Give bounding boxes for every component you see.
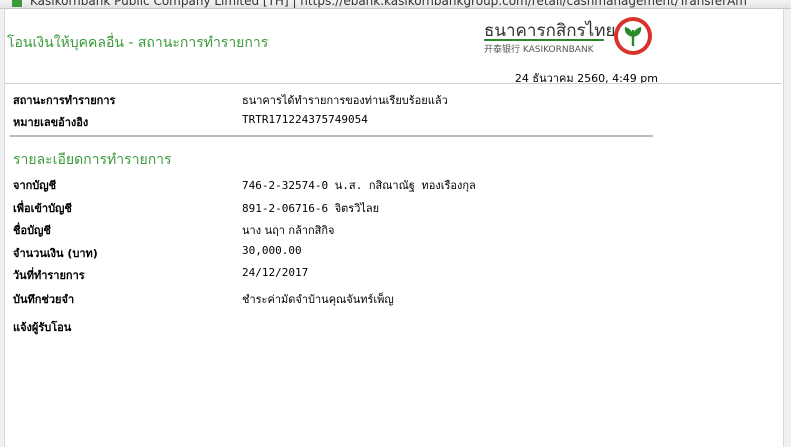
browser-address-bar[interactable]: Kasikornbank Public Company Limited [TH]…	[0, 0, 791, 9]
transaction-date-label: วันที่ทำรายการ	[13, 269, 85, 282]
transaction-datetime: 24 ธันวาคม 2560, 4:49 pm	[514, 72, 658, 85]
section-divider	[10, 135, 653, 137]
status-label: สถานะการทำรายการ	[13, 94, 116, 107]
amount-label: จำนวนเงิน (บาท)	[13, 247, 98, 260]
divider	[5, 83, 782, 84]
secure-lock-icon	[12, 0, 22, 7]
memo-label: บันทึกช่วยจำ	[13, 293, 75, 306]
status-value: ธนาคารได้ทำรายการของท่านเรียบร้อยแล้ว	[242, 94, 448, 107]
from-account-value: 746-2-32574-0 น.ส. กสิณาณัฐ ทองเรืองกุล	[242, 179, 476, 192]
window-left-border	[0, 9, 5, 447]
page-title: โอนเงินให้บุคคลอื่น - สถานะการทำรายการ	[7, 35, 269, 51]
from-account-label: จากบัญชี	[13, 179, 57, 192]
reference-label: หมายเลขอ้างอิง	[13, 116, 89, 129]
kbank-emblem-icon	[614, 17, 652, 55]
notify-recipient-label: แจ้งผู้รับโอน	[13, 321, 72, 334]
to-account-value: 891-2-06716-6 จิตรวิไลย	[242, 202, 380, 215]
logo-underline	[484, 39, 604, 41]
memo-value: ชำระค่ามัดจำบ้านคุณจันทร์เพ็ญ	[242, 293, 394, 306]
logo-text-english: 开泰银行 KASIKORNBANK	[484, 45, 594, 55]
to-account-label: เพื่อเข้าบัญชี	[13, 202, 72, 215]
address-url[interactable]: Kasikornbank Public Company Limited [TH]…	[30, 0, 747, 8]
kasikornbank-logo: ธนาคารกสิกรไทย 开泰银行 KASIKORNBANK	[480, 17, 660, 59]
account-name-value: นาง นฤา กล้ากสิกิจ	[242, 224, 335, 237]
account-name-label: ชื่อบัญชี	[13, 224, 51, 237]
details-section-title: รายละเอียดการทำรายการ	[13, 152, 172, 168]
reference-value: TRTR171224375749054	[242, 113, 368, 126]
amount-value: 30,000.00	[242, 244, 302, 257]
transaction-date-value: 24/12/2017	[242, 266, 309, 279]
vertical-scrollbar[interactable]	[783, 9, 791, 447]
